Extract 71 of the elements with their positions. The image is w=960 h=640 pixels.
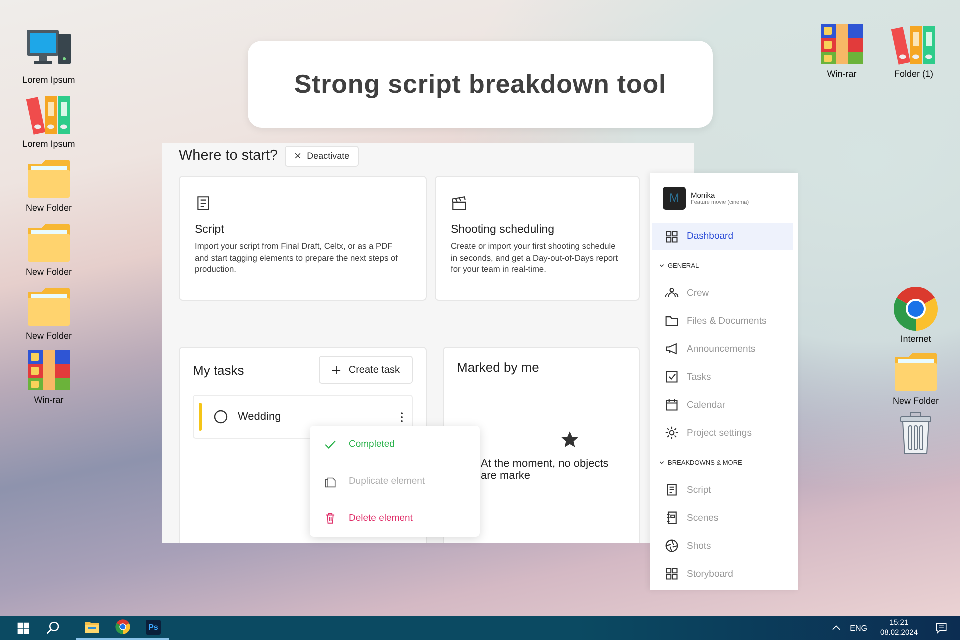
icon-label: New Folder [26, 267, 72, 277]
language-indicator[interactable]: ENG [850, 624, 868, 632]
sidebar-item[interactable]: Tasks [652, 363, 793, 391]
card-description: Import your script from Final Draft, Celtx, or as a PDF and start tagging elements to prepare the next steps of production. [195, 241, 399, 276]
taskbar-app[interactable]: Ps [138, 616, 169, 640]
document-icon [665, 483, 679, 497]
project-avatar: M [663, 186, 686, 210]
card-title: My tasks [193, 362, 244, 378]
document-icon [195, 195, 212, 212]
sidebar-item[interactable]: Script [652, 476, 793, 504]
empty-message: At the moment, no objects are marke [481, 458, 610, 482]
checkbox-icon [665, 370, 679, 384]
icon-label: Win-rar [827, 69, 857, 79]
megaphone-icon [665, 342, 679, 356]
icon-label: Folder (1) [894, 69, 934, 79]
plus-icon [332, 366, 341, 374]
icon-label: Lorem Ipsum [22, 139, 76, 149]
search-icon[interactable] [46, 621, 60, 635]
card-description: Create or import your first shooting schedule in seconds, and get a Day-out-of-Days report for your team in real-time. [451, 241, 620, 276]
more-icon[interactable] [400, 412, 404, 422]
sidebar-item[interactable]: Files & Documents [652, 307, 793, 335]
icon-label: New Folder [892, 396, 939, 406]
sidebar-item[interactable]: Project settings [652, 419, 793, 447]
app-logo: Ps [146, 620, 161, 634]
menu-item[interactable]: Delete element [310, 500, 480, 537]
star-icon [560, 430, 580, 450]
copy-icon [324, 475, 337, 488]
icon-label: New Folder [26, 331, 72, 341]
trash-icon [324, 512, 337, 525]
card-title: Shooting scheduling [451, 224, 556, 236]
icon-label: Lorem Ipsum [22, 75, 76, 85]
deactivate-button[interactable]: Deactivate [285, 146, 359, 166]
section-heading: Where to start? [179, 148, 278, 164]
notebook-icon [665, 511, 679, 525]
chevron-down-icon [659, 263, 665, 269]
create-task-button[interactable]: Create task [318, 356, 413, 384]
icon-label: Win-rar [34, 395, 64, 405]
start-card[interactable]: Script Import your script from Final Draft, Celtx, or as a PDF and start tagging elements to prepare the next steps of production. [179, 176, 427, 301]
browser-icon [114, 619, 130, 635]
caret-up-icon[interactable] [832, 625, 842, 631]
folder-icon [665, 314, 679, 328]
sidebar-item[interactable]: Crew [652, 279, 793, 307]
card-title: Script [195, 224, 226, 236]
sidebar-item[interactable]: Dashboard [652, 223, 793, 250]
start-card[interactable]: Shooting scheduling Create or import your first shooting schedule in seconds, and get a Day-out-of-Days report for your team in real-time. [435, 176, 640, 301]
sidebar-item[interactable]: Calendar [652, 391, 793, 419]
icon-label: Internet [900, 334, 932, 344]
sidebar-item[interactable]: Storyboard [652, 560, 793, 588]
browser-icon[interactable] [892, 285, 940, 333]
checkmark-icon [324, 438, 337, 451]
banner-title: Strong script breakdown tool [294, 69, 667, 100]
grid-icon [665, 230, 679, 244]
grid-icon [665, 567, 679, 581]
task-name: Wedding [238, 411, 282, 423]
sidebar-item[interactable]: Shots [652, 532, 793, 560]
clapperboard-icon [451, 195, 468, 212]
windows-start-icon[interactable] [17, 622, 30, 634]
sidebar-item[interactable]: Announcements [652, 335, 793, 363]
close-icon [294, 152, 302, 160]
aperture-icon [665, 539, 679, 553]
calendar-icon [665, 398, 679, 412]
icon-label: New Folder [26, 203, 72, 213]
people-icon [665, 286, 679, 300]
notifications-icon[interactable] [935, 622, 948, 634]
menu-item[interactable]: Duplicate element [310, 463, 480, 500]
folder-icon [84, 619, 100, 635]
settings-icon [665, 426, 679, 440]
chevron-down-icon [659, 460, 665, 466]
card-title: Marked by me [457, 360, 540, 375]
circle-icon[interactable] [214, 410, 228, 424]
sidebar-item[interactable]: Scenes [652, 504, 793, 532]
